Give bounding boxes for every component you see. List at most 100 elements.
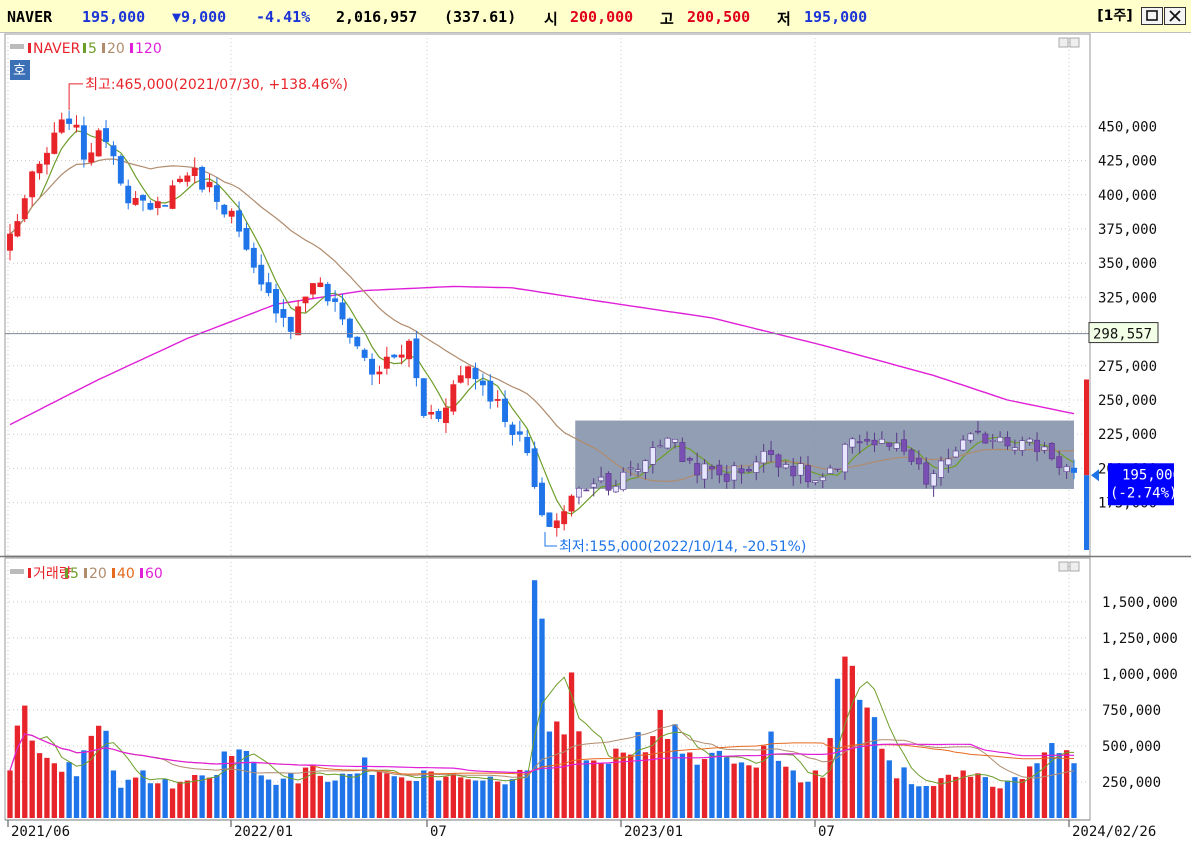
candle-body xyxy=(982,433,989,444)
restore-icon[interactable] xyxy=(1141,7,1163,25)
volume-bar xyxy=(605,763,612,818)
candle-body xyxy=(95,130,102,157)
volume-bar xyxy=(664,738,671,818)
volume-bar xyxy=(22,705,28,818)
candle-body xyxy=(472,367,479,380)
candle-body xyxy=(1041,446,1048,451)
volume-bar xyxy=(132,777,139,818)
volume-bar xyxy=(332,780,338,818)
candle-body xyxy=(974,430,981,433)
candle-body xyxy=(649,447,656,465)
candle-body xyxy=(893,442,900,449)
volume-bar xyxy=(81,750,87,818)
price-tick-label: 425,000 xyxy=(1098,154,1157,170)
volume-bar xyxy=(354,773,360,818)
volume-bar xyxy=(184,780,190,818)
candle-body xyxy=(43,152,50,165)
panel-close-icon xyxy=(1069,37,1080,48)
price-legend-swatch xyxy=(83,43,86,53)
volume-bar xyxy=(916,786,922,818)
hoga-button-label: 호 xyxy=(13,63,26,79)
candle-body xyxy=(450,384,457,412)
candle-body xyxy=(29,171,36,198)
candle-body xyxy=(110,145,117,157)
volume-bar xyxy=(465,779,471,818)
candle-body xyxy=(605,473,612,491)
volume-bar xyxy=(753,767,759,818)
candle-body xyxy=(546,512,553,527)
candle-body xyxy=(938,460,944,478)
price-change: ▼9,000 xyxy=(172,8,227,26)
volume-legend-swatch xyxy=(112,568,115,578)
close-icon[interactable] xyxy=(1164,7,1186,25)
volume-bar xyxy=(155,783,161,818)
volume-bar xyxy=(339,773,346,818)
candle-body xyxy=(442,407,449,424)
price-tick-label: 250,000 xyxy=(1098,393,1157,409)
volume-bar xyxy=(849,665,855,818)
candle-body xyxy=(775,454,782,468)
candle-body xyxy=(945,458,952,466)
candle-body xyxy=(716,464,723,476)
volume-bar xyxy=(864,707,870,818)
volume-tick-label: 1,250,000 xyxy=(1102,631,1178,647)
period-button[interactable]: [1주] xyxy=(1093,7,1137,25)
candle-body xyxy=(627,467,634,470)
volume-bar xyxy=(310,764,316,818)
volume-bar xyxy=(243,750,250,818)
price-tick-label: 225,000 xyxy=(1098,427,1157,443)
candle-body xyxy=(376,371,383,375)
trade-volume: 2,016,957 xyxy=(336,8,418,26)
volume-bar xyxy=(73,776,80,818)
candle-body xyxy=(199,167,206,190)
volume-bar xyxy=(44,757,50,818)
candle-body xyxy=(960,439,967,451)
current-price-label: 195,000 xyxy=(1122,467,1181,483)
candle-body xyxy=(287,316,294,332)
high-annotation: 최고:465,000(2021/07/30, +138.46%) xyxy=(85,77,348,93)
volume-bar xyxy=(583,760,589,818)
candle-body xyxy=(864,439,871,442)
candle-body xyxy=(539,482,545,516)
candle-body xyxy=(21,198,28,220)
volume-bar xyxy=(1019,779,1025,818)
volume-bar xyxy=(118,787,124,818)
candle-body xyxy=(169,185,176,209)
volume-bar xyxy=(406,780,412,818)
volume-bar xyxy=(14,725,21,818)
volume-bar xyxy=(879,748,885,818)
volume-bar xyxy=(317,775,323,818)
candle-body xyxy=(509,424,516,435)
candle-body xyxy=(598,476,605,482)
candle-body xyxy=(723,473,730,482)
stock-header: NAVER 195,000 ▼9,000 -4.41% 2,016,957 (3… xyxy=(0,0,1191,33)
candle-body xyxy=(930,473,937,487)
volume-bar xyxy=(7,770,13,818)
volume-bar xyxy=(472,780,479,818)
candle-body xyxy=(14,221,21,237)
volume-bar xyxy=(428,771,434,818)
stock-chart[interactable]: 450,000 425,000 400,000 375,000 350,000 325,0… xyxy=(0,33,1191,841)
volume-bar xyxy=(502,784,508,818)
candle-body xyxy=(1034,439,1041,452)
candle-body xyxy=(997,436,1004,443)
date-tick-label: 2021/06 xyxy=(11,824,70,840)
volume-legend-swatch xyxy=(65,568,68,578)
candle-body xyxy=(753,461,760,473)
volume-bar xyxy=(746,765,752,818)
candle-body xyxy=(642,460,649,473)
volume-bar xyxy=(812,770,819,818)
volume-bar xyxy=(1063,750,1070,818)
candle-body xyxy=(140,195,146,201)
panel-close-icon xyxy=(1069,561,1080,572)
candle-body xyxy=(531,448,538,488)
volume-legend-swatch xyxy=(28,568,31,578)
candle-body xyxy=(635,469,642,472)
candle-body xyxy=(228,210,235,217)
ticker-name: NAVER xyxy=(7,8,53,26)
candle-body xyxy=(479,380,486,386)
candle-body xyxy=(819,476,826,481)
volume-legend-swatch xyxy=(84,568,87,578)
candle-body xyxy=(886,442,893,447)
crosshair-value: 298,557 xyxy=(1093,327,1152,343)
